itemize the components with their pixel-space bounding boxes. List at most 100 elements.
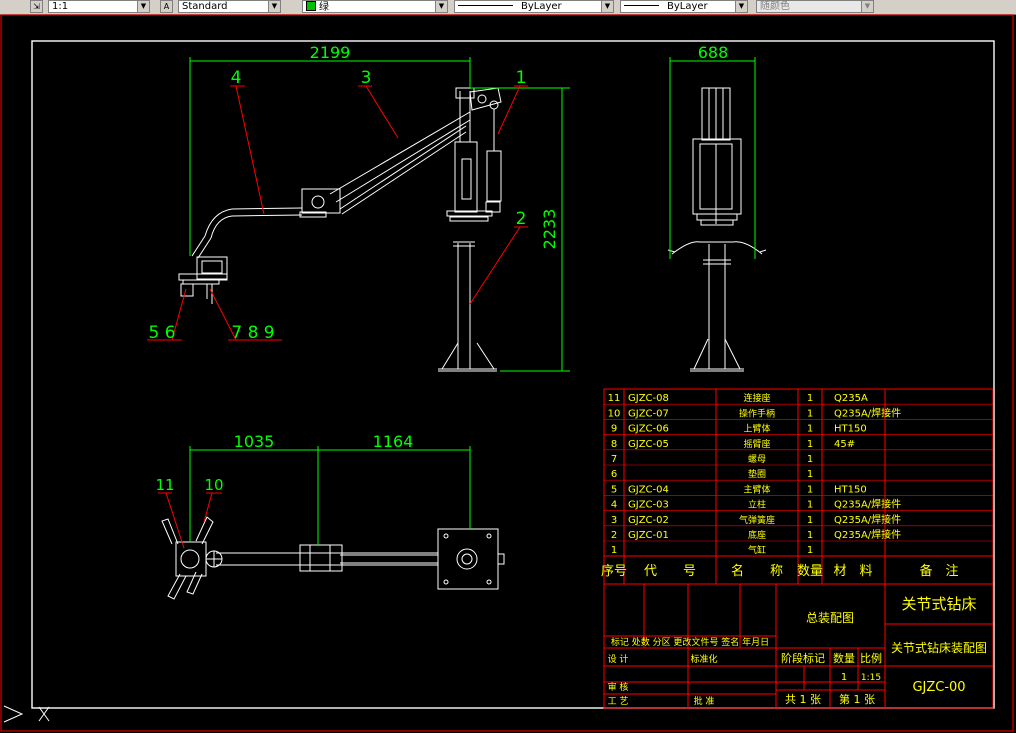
- bom-header-qty: 数量: [797, 564, 823, 579]
- bom-cell-no: 9: [611, 424, 617, 435]
- balloon-4: 4: [231, 68, 242, 88]
- balloon-3: 3: [361, 68, 372, 88]
- bom-cell-mat: HT150: [834, 424, 867, 435]
- text-style-dropdown[interactable]: Standard ▼: [178, 0, 281, 13]
- chevron-down-icon: ▼: [435, 1, 447, 12]
- stage-mark-label: 阶段标记: [781, 651, 825, 665]
- color-dropdown[interactable]: 绿 ▼: [302, 0, 448, 13]
- bom-cell-no: 4: [611, 500, 617, 511]
- bom-cell-mat: HT150: [834, 484, 867, 495]
- front-view: [178, 87, 502, 372]
- dim-2199: 2199: [310, 43, 351, 62]
- process-label: 工 艺: [608, 696, 629, 707]
- bom-cell-code: GJZC-02: [628, 515, 669, 526]
- bom-cell-code: GJZC-01: [628, 530, 669, 541]
- balloon-1: 1: [516, 68, 527, 88]
- bom-cell-code: GJZC-07: [628, 408, 669, 419]
- chevron-down-icon: ▼: [268, 1, 280, 12]
- bom-header-mat: 材 料: [833, 564, 872, 579]
- bom-cell-mat: Q235A/焊接件: [834, 498, 901, 511]
- plan-view-dimensions: [189, 446, 471, 545]
- balloon-10: 10: [204, 476, 223, 494]
- bom-cell-no: 6: [611, 469, 617, 480]
- side-view: [667, 87, 767, 372]
- title-main: 关节式钻床: [901, 595, 976, 613]
- bom-cell-mat: Q235A/焊接件: [834, 406, 901, 419]
- bom-cell-code: GJZC-05: [628, 439, 669, 450]
- scale-icon[interactable]: ⇲: [30, 0, 43, 13]
- bom-cell-name: 连接座: [743, 392, 770, 404]
- bom-cell-no: 5: [611, 484, 617, 495]
- plotstyle-dropdown[interactable]: 随颜色 ▼: [756, 0, 874, 13]
- bom-cell-name: 气缸: [748, 544, 766, 556]
- bom-cell-name: 摇臂座: [743, 438, 770, 450]
- revision-row: 标记 处数 分区 更改文件号 签名 年月日: [611, 636, 769, 648]
- sheet-border: [0, 14, 1014, 732]
- dim-688: 688: [698, 43, 729, 62]
- bom-cell-qty: 1: [807, 500, 813, 511]
- bom-header-no: 序号: [601, 564, 627, 579]
- text-style-value: Standard: [182, 1, 228, 12]
- bom-cell-code: GJZC-08: [628, 393, 669, 404]
- bom-cell-qty: 1: [807, 424, 813, 435]
- drawing-name: 关节式钻床装配图: [891, 640, 987, 655]
- sheets-total: 共 1 张: [785, 693, 821, 706]
- scale-value: 1:15: [861, 673, 881, 683]
- bom-cell-qty: 1: [807, 530, 813, 541]
- bom-cell-no: 3: [611, 515, 617, 526]
- bom-cell-code: GJZC-06: [628, 424, 669, 435]
- drawing-canvas[interactable]: 2199 2233 1 2 3 4 5 6 7 8 9 688 1035 116…: [0, 14, 1016, 733]
- plotstyle-value: 随颜色: [760, 1, 790, 12]
- color-value: 绿: [319, 2, 329, 13]
- dim-1164: 1164: [373, 432, 414, 451]
- bom-cell-name: 气弹簧座: [739, 514, 775, 526]
- chevron-down-icon: ▼: [601, 1, 613, 12]
- bom-cell-qty: 1: [807, 515, 813, 526]
- center-label: 总装配图: [806, 611, 854, 625]
- dim-1035: 1035: [234, 432, 275, 451]
- scale-value: 1:1: [52, 1, 69, 12]
- bom-cell-name: 立柱: [748, 499, 766, 511]
- chevron-down-icon: ▼: [137, 1, 149, 12]
- bom-cell-name: 主臂体: [743, 483, 770, 495]
- balloon-2: 2: [516, 209, 527, 229]
- bom-cell-name: 垫圈: [748, 468, 766, 480]
- sheet-number: 第 1 张: [839, 692, 875, 706]
- bom-header: 序号 代 号 名 称 数量 材 料 备 注: [601, 563, 959, 579]
- bom-cell-qty: 1: [807, 454, 813, 465]
- bom-cell-mat: 45#: [834, 439, 855, 450]
- text-style-icon[interactable]: A: [160, 0, 173, 13]
- balloon-5-6: 5 6: [148, 323, 175, 343]
- bom-cell-qty: 1: [807, 408, 813, 419]
- drawing-number: GJZC-00: [912, 680, 965, 695]
- bom-header-name: 名 称: [731, 563, 783, 579]
- balloon-7-8-9: 7 8 9: [231, 323, 274, 343]
- bom-cell-no: 8: [611, 439, 617, 450]
- bom-cell-name: 螺母: [748, 454, 766, 465]
- dim-2233: 2233: [540, 209, 559, 250]
- bom-cell-no: 1: [611, 545, 617, 556]
- chevron-down-icon: ▼: [735, 1, 747, 12]
- balloon-11: 11: [155, 476, 174, 494]
- bom-cell-name: 底座: [748, 529, 766, 541]
- bom-cell-code: GJZC-03: [628, 500, 669, 511]
- color-swatch: [306, 1, 316, 11]
- weight-label: 数量: [833, 652, 855, 665]
- scale-label: 比例: [860, 651, 882, 665]
- bom-cell-mat: Q235A: [834, 393, 868, 404]
- side-view-dimensions: [669, 57, 756, 259]
- bom-header-remark: 备 注: [919, 563, 958, 579]
- design-label: 设 计: [608, 653, 629, 665]
- chevron-down-icon: ▼: [861, 1, 873, 12]
- linetype-dropdown[interactable]: ByLayer ▼: [454, 0, 614, 13]
- linetype-value: ByLayer: [521, 1, 562, 12]
- lineweight-value: ByLayer: [667, 1, 708, 12]
- bom-cell-qty: 1: [807, 393, 813, 404]
- plan-view: [161, 516, 505, 600]
- bom-cell-mat: Q235A/焊接件: [834, 528, 901, 541]
- bom-cell-code: GJZC-04: [628, 484, 669, 495]
- approve-label: 批 准: [694, 695, 715, 707]
- bom-cell-qty: 1: [807, 484, 813, 495]
- scale-dropdown[interactable]: 1:1 ▼: [48, 0, 150, 13]
- lineweight-dropdown[interactable]: ByLayer ▼: [620, 0, 748, 13]
